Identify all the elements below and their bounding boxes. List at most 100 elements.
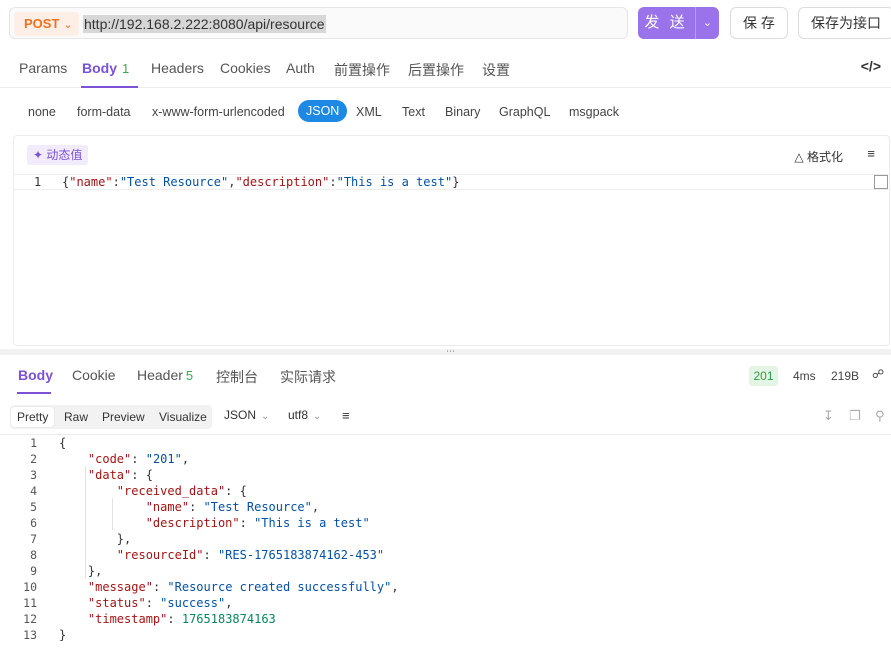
tab-auth[interactable]: Auth [286,60,315,76]
method-select[interactable]: POST ⌄ [14,12,79,36]
code-token: "data" [87,468,132,482]
code-line: 13} [0,627,891,643]
code-token: }, [59,532,132,546]
line-number: 6 [30,516,37,530]
tab-post-ops[interactable]: 后置操作 [408,60,464,80]
drag-handle-icon[interactable]: ⋯ [446,346,455,357]
code-line: 7 }, [0,531,891,547]
body-type-xml[interactable]: XML [356,102,382,124]
code-token: : [145,596,161,610]
line-number: 7 [30,532,37,546]
chevron-down-icon[interactable]: ⌄ [696,7,719,39]
code-token: : { [131,468,153,482]
code-token: "description" [145,516,240,530]
code-token: : [189,500,204,514]
view-preview[interactable]: Preview [96,407,151,427]
tab-body[interactable]: Body 1 [82,60,129,76]
body-type-graphql[interactable]: GraphQL [499,102,550,124]
format-select[interactable]: JSON ⌄ [224,408,269,422]
editor-code[interactable]: {"name":"Test Resource","description":"T… [62,175,459,190]
tab-body-label: Body [82,60,117,76]
response-time: 4ms [793,369,816,383]
resp-tab-header-label: Header [137,367,183,383]
code-line: 3 "data": { [0,467,891,483]
body-type-binary[interactable]: Binary [445,102,480,124]
response-size: 219B [831,369,860,383]
save-button[interactable]: 保 存 [730,7,788,39]
resp-tab-cookie[interactable]: Cookie [72,367,116,383]
code-line: 8 "resourceId": "RES-1765183874162-453" [0,547,891,563]
tab-cookies[interactable]: Cookies [220,60,271,76]
tab-settings[interactable]: 设置 [482,60,510,80]
line-number: 3 [30,468,37,482]
body-type-msgpack[interactable]: msgpack [569,102,619,124]
code-text: "timestamp": 1765183874163 [59,611,276,627]
tab-params[interactable]: Params [19,60,67,76]
code-token: : [329,175,337,189]
chevron-down-icon: ⌄ [63,19,73,31]
code-icon[interactable]: </> [861,58,881,74]
view-pretty[interactable]: Pretty [11,407,55,427]
encoding-select[interactable]: utf8 ⌄ [288,408,321,422]
body-type-none[interactable]: none [28,102,56,124]
code-token: "status" [87,596,146,610]
line-number: 1 [30,436,37,450]
body-type-form-data[interactable]: form-data [77,102,131,124]
panel-splitter[interactable]: ⋯ [0,346,891,357]
body-type-urlencoded[interactable]: x-www-form-urlencoded [152,102,285,124]
code-token: : [239,516,255,530]
body-type-text[interactable]: Text [402,102,425,124]
share-icon[interactable]: ☍ [872,367,884,381]
code-token: : [203,548,218,562]
dynamic-value-button[interactable]: ✦ 动态值 [27,145,89,165]
code-line: 6 "description": "This is a test" [0,515,891,531]
code-token: , [311,500,320,514]
line-number: 13 [23,628,37,642]
resp-tab-body[interactable]: Body [18,367,53,383]
code-token: "Resource created successfully" [167,580,392,594]
send-button[interactable]: 发 送 ⌄ [638,7,719,39]
code-line: 4 "received_data": { [0,483,891,499]
url-bar: POST ⌄ http://192.168.2.222:8080/api/reso… [9,7,628,39]
download-icon[interactable]: ↧ [823,408,834,424]
code-token: "RES-1765183874162-453" [217,548,385,562]
code-token: : { [225,484,247,498]
wrap-icon[interactable]: ≡ [867,146,875,161]
code-text: "message": "Resource created successfull… [59,579,399,595]
line-number: 10 [23,580,37,594]
copy-icon[interactable]: ❐ [849,408,861,424]
view-visualize[interactable]: Visualize [153,407,213,427]
code-line: 2 "code": "201", [0,451,891,467]
code-token: } [59,628,67,642]
view-raw[interactable]: Raw [58,407,94,427]
send-label: 发 送 [644,14,688,31]
body-type-json[interactable]: JSON [298,100,348,122]
save-as-api-button[interactable]: 保存为接口 [798,7,891,39]
resp-tab-actual-request[interactable]: 实际请求 [280,367,336,387]
resp-tab-header[interactable]: Header 5 [137,367,193,383]
url-input[interactable]: http://192.168.2.222:8080/api/resource [83,15,326,33]
code-token: }, [59,564,103,578]
wrap-icon[interactable]: ≡ [342,408,350,423]
search-icon[interactable]: ⚲ [875,408,885,424]
code-token: "received_data" [116,484,226,498]
body-editor[interactable]: ✦ 动态值 △ 格式化 ≡ 1 {"name":"Test Resource",… [13,135,890,346]
code-line: 10 "message": "Resource created successf… [0,579,891,595]
tab-pre-ops[interactable]: 前置操作 [334,60,390,80]
line-number: 1 [34,175,42,189]
format-select-value: JSON [224,408,257,422]
code-token: , [181,452,190,466]
code-token: "This is a test" [336,175,453,189]
tab-headers[interactable]: Headers [151,60,204,76]
resp-tab-console[interactable]: 控制台 [216,367,258,387]
format-button[interactable]: △ 格式化 [794,148,843,165]
code-text: }, [59,531,131,547]
code-token: "resourceId" [116,548,204,562]
